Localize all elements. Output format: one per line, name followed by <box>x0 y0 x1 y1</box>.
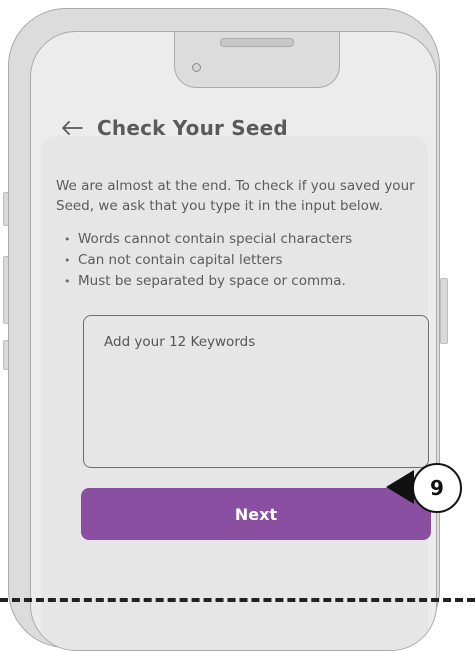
dashed-divider <box>0 598 475 602</box>
arrow-left-icon[interactable] <box>61 120 83 136</box>
content-card: We are almost at the end. To check if yo… <box>41 136 431 650</box>
rule-item: Can not contain capital letters <box>56 250 418 271</box>
speaker-grille <box>220 38 294 47</box>
power-button <box>440 278 448 344</box>
next-button[interactable]: Next <box>81 488 431 540</box>
rule-item: Words cannot contain special characters <box>56 229 418 250</box>
step-callout-badge: 9 <box>412 463 462 513</box>
intro-text: We are almost at the end. To check if yo… <box>56 178 415 214</box>
rules-list: Words cannot contain special characters … <box>56 229 418 292</box>
phone-frame: We are almost at the end. To check if yo… <box>8 8 440 651</box>
rule-item: Must be separated by space or comma. <box>56 271 418 292</box>
keywords-input[interactable] <box>83 315 429 468</box>
camera-icon <box>192 63 201 72</box>
phone-notch <box>174 32 340 88</box>
page-title: Check Your Seed <box>97 116 288 140</box>
page-header: Check Your Seed <box>61 112 288 144</box>
phone-screen: We are almost at the end. To check if yo… <box>30 31 437 651</box>
